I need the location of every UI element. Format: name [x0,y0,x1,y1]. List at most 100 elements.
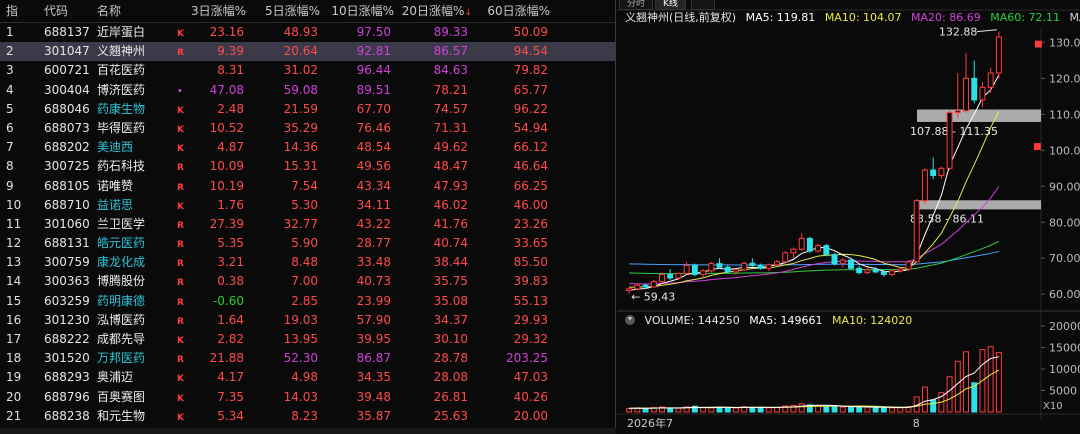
table-row[interactable]: 10 688710 益诺思 K 1.76 5.30 34.11 46.02 46.00 [0,196,615,215]
table-row[interactable]: 20 688796 百奥赛图 K 7.35 14.03 39.48 26.81 40.26 [0,388,615,407]
volume-axis-label: 20000 [1049,320,1080,333]
change-10day: 86.87 [356,351,391,366]
candle [806,237,813,252]
volume-axis-label: 5000 [1049,385,1077,398]
tab-timeshare[interactable]: 分时 [619,0,654,10]
header-60day-change[interactable]: 60日涨幅% [474,0,550,23]
stock-code: 300759 [44,255,90,270]
table-row[interactable]: 11 301060 兰卫医学 R 27.39 32.77 43.22 41.76 23.26 [0,215,615,234]
header-code[interactable]: 代码 [44,0,100,23]
change-10day: 43.22 [356,216,391,231]
stock-code: 300725 [44,159,90,174]
table-row[interactable]: 7 688202 美迪西 K 4.87 14.36 48.54 49.62 66.12 [0,138,615,157]
change-5day: 8.23 [291,408,318,423]
header-index[interactable]: 指 [6,0,34,23]
change-3day: 9.39 [217,44,244,59]
header-name[interactable]: 名称 [97,0,175,23]
table-row[interactable]: 12 688131 皓元医药 R 5.35 5.90 28.77 40.74 33.65 [0,234,615,253]
stock-code: 688222 [44,332,90,346]
row-index: 8 [6,159,14,174]
volume-bar [774,406,780,413]
change-5day: 13.95 [283,332,318,346]
candle [913,200,920,263]
volume-axis-label: 15000 [1049,342,1080,355]
volume-bar [724,407,731,413]
change-3day: 5.34 [217,408,244,423]
row-index: 5 [6,101,14,116]
change-5day: 7.54 [291,178,318,193]
stock-code: 301060 [44,216,90,231]
candle [831,254,838,265]
stock-code: 600721 [44,63,90,78]
change-3day: 27.39 [209,216,244,231]
change-20day: 48.47 [433,159,468,174]
change-60day: 65.77 [513,82,548,97]
change-3day: 10.09 [209,159,244,174]
price-axis-label: 100.00 [1049,144,1080,157]
candle [741,262,748,271]
high-price-label: 132.88 [939,26,978,39]
tab-more[interactable] [691,0,715,10]
table-row[interactable]: 19 688293 奥浦迈 K 4.17 4.98 34.35 28.08 47.03 [0,368,615,387]
change-60day: 46.64 [513,159,548,174]
stock-name: 和元生物 [97,408,146,423]
header-5day-change[interactable]: 5日涨幅% [254,0,320,23]
row-index: 2 [6,44,14,59]
table-row[interactable]: 15 603259 药明康德 R -0.60 2.85 23.99 35.08 55.13 [0,292,615,311]
table-row[interactable]: 8 300725 药石科技 R 10.09 15.31 49.56 48.47 46.64 [0,157,615,176]
bottom-tab-strip[interactable] [0,428,616,434]
header-3day-change[interactable]: 3日涨幅% [186,0,246,23]
row-index: 1 [6,25,14,39]
candle [708,263,715,272]
candle [823,245,830,256]
table-row[interactable]: 17 688222 成都先导 K 2.82 13.95 39.95 30.10 29.32 [0,330,615,349]
change-3day: 10.19 [209,178,244,193]
collapse-icon[interactable] [625,315,635,325]
candle [667,273,674,279]
change-3day: 7.35 [217,389,244,404]
table-row[interactable]: 14 300363 博腾股份 R 0.38 7.00 40.73 35.75 39.83 [0,272,615,291]
table-row[interactable]: 5 688046 药康生物 K 2.48 21.59 67.70 74.57 96.22 [0,100,615,119]
candle [790,248,797,254]
candle [732,269,739,273]
resistance-zone-upper [917,109,1041,122]
change-20day: 46.02 [433,197,468,212]
table-row[interactable]: 16 301230 泓博医药 R 1.64 19.03 57.90 34.37 29.93 [0,311,615,330]
stock-code: 301230 [44,312,90,327]
change-20day: 38.44 [433,255,468,270]
table-row[interactable]: 3 600721 百花医药 8.31 31.02 96.44 84.63 79.82 [0,61,615,80]
table-row[interactable]: 18 301520 万邦医药 R 21.88 52.30 86.87 28.78 203.25 [0,349,615,368]
volume-bar [757,406,764,413]
table-row[interactable]: 4 300404 博济医药 • 47.08 59.08 89.51 78.21 65.77 [0,81,615,100]
high-price-pointer [976,29,997,33]
kline-chart-panel: 130.00 120.00 110.00 100.00 90.00 80.00 70.00 6… [617,0,1080,434]
volume-bar [987,346,994,413]
candle [774,261,780,266]
change-10day: 33.48 [356,255,391,270]
table-row[interactable]: 1 688137 近岸蛋白 K 23.16 48.93 97.50 89.33 50.09 [0,23,615,42]
header-10day-change[interactable]: 10日涨幅% [322,0,394,23]
ma20-value: MA20: 86.69 [911,11,981,24]
row-index: 16 [6,312,22,327]
change-60day: 96.22 [513,101,548,116]
candle [889,270,896,275]
change-3day: 23.16 [209,25,244,39]
change-20day: 35.08 [433,293,468,308]
stock-name: 泓博医药 [97,312,146,327]
change-5day: 5.90 [291,236,318,251]
change-10day: 96.44 [356,63,391,78]
tab-kline[interactable]: K线 [655,0,686,10]
header-20day-change[interactable]: 20日涨幅%↓ [396,0,472,25]
change-3day: 3.21 [217,255,244,270]
vol-ma10-value: MA10: 124020 [831,314,913,327]
volume-bar [642,408,649,413]
table-row[interactable]: 6 688073 毕得医药 K 10.52 35.29 76.46 71.31 54.94 [0,119,615,138]
table-row[interactable]: 9 688105 诺唯赞 R 10.19 7.54 43.34 47.93 66.25 [0,177,615,196]
table-row[interactable]: 13 300759 康龙化成 R 3.21 8.48 33.48 38.44 85.50 [0,253,615,272]
table-row[interactable]: 21 688238 和元生物 K 5.34 8.23 35.87 25.63 20.00 [0,407,615,426]
kline-chart[interactable]: 130.00 120.00 110.00 100.00 90.00 80.00 70.00 6… [617,0,1080,434]
candle [872,269,879,273]
table-row[interactable]: 2 301047 义翘神州 R 9.39 20.64 92.81 86.57 94.54 [0,42,615,62]
volume-bar [749,406,756,413]
row-index: 19 [6,370,22,385]
